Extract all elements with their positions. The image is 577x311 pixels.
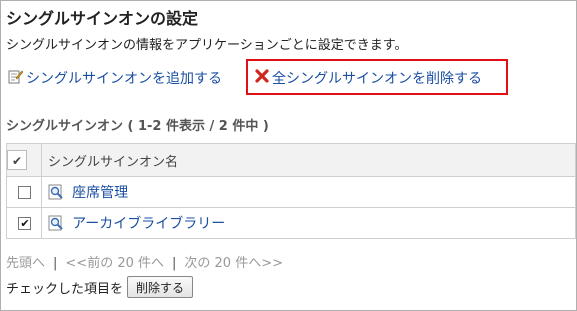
- row-link[interactable]: アーカイブライブラリー: [72, 216, 225, 232]
- bulk-label: チェックした項目を: [6, 281, 124, 297]
- pagination: 先頭へ | <<前の 20 件へ | 次の 20 件へ>>: [6, 252, 283, 271]
- pager-separator: |: [172, 256, 177, 271]
- select-all-cell: ✔: [6, 143, 42, 177]
- delete-selected-button[interactable]: 削除する: [127, 276, 194, 298]
- table-row: 座席管理: [6, 176, 576, 208]
- column-header-name: シングルサインオン名: [41, 143, 576, 177]
- delete-x-icon: [255, 69, 269, 87]
- pager-separator: |: [53, 256, 58, 271]
- page-description: シングルサインオンの情報をアプリケーションごとに設定できます。: [6, 38, 408, 53]
- add-sso-label: シングルサインオンを追加する: [26, 71, 222, 87]
- list-subheading: シングルサインオン ( 1-2 件表示 / 2 件中 ): [6, 119, 269, 134]
- add-sso-link[interactable]: シングルサインオンを追加する: [7, 68, 222, 88]
- row-link[interactable]: 座席管理: [72, 185, 128, 201]
- table-row: アーカイブライブラリー: [6, 207, 576, 239]
- pager-first: 先頭へ: [6, 256, 46, 271]
- row-checkbox[interactable]: [17, 216, 32, 230]
- sso-table: ✔ シングルサインオン名 座席管理 ✔ アーカイブライブラリー: [6, 143, 576, 239]
- page-title: シングルサインオンの設定: [6, 9, 199, 28]
- magnifier-icon: [48, 215, 64, 231]
- magnifier-icon: [48, 184, 64, 200]
- bulk-actions: チェックした項目を 削除する: [6, 276, 194, 298]
- delete-all-sso-label: 全シングルサインオンを削除する: [272, 71, 482, 87]
- edit-note-icon: [7, 68, 24, 88]
- delete-all-sso-link[interactable]: 全シングルサインオンを削除する: [255, 68, 482, 88]
- row-checkbox[interactable]: [17, 185, 31, 199]
- pager-next: 次の 20 件へ>>: [184, 256, 283, 271]
- select-all-checkbox[interactable]: ✔: [7, 150, 27, 170]
- pager-prev: <<前の 20 件へ: [65, 256, 164, 271]
